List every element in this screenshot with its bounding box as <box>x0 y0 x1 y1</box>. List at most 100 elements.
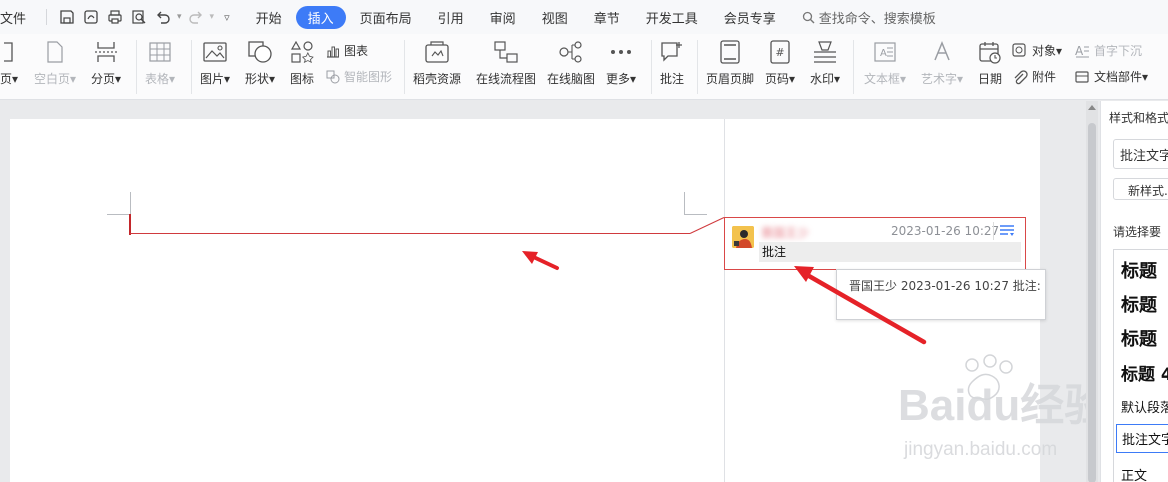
style-item-heading3[interactable]: 标题 <box>1121 325 1157 351</box>
customize-toolbar-icon[interactable]: ▿ <box>224 11 230 24</box>
undo-icon[interactable] <box>153 7 173 27</box>
quick-access-toolbar: ▾ ▾ ▿ <box>40 7 230 27</box>
chart-icon <box>327 46 339 58</box>
more-label: 更多 <box>606 72 631 86</box>
command-search[interactable]: 查找命令、搜索模板 <box>802 8 936 27</box>
print-icon[interactable] <box>105 7 125 27</box>
comment-card[interactable]: 晋国王少 2023-01-26 10:27 批注 <box>724 217 1026 270</box>
object-icon <box>1012 42 1026 57</box>
picture-label: 图片 <box>200 72 225 86</box>
save-icon[interactable] <box>57 7 77 27</box>
style-item-comment-text[interactable]: 批注文字 <box>1116 424 1168 453</box>
svg-text:A: A <box>880 48 887 59</box>
online-mindmap-button[interactable]: 在线脑图 <box>547 38 595 87</box>
textbox-label: 文本框 <box>864 72 901 86</box>
baidu-jingyan-watermark: Baidu经验 jingyan.baidu.com <box>898 354 1090 460</box>
wordart-button[interactable]: 艺术字▾ <box>921 38 963 87</box>
redo-icon[interactable] <box>186 7 206 27</box>
export-pdf-icon[interactable] <box>81 7 101 27</box>
wordart-label: 艺术字 <box>921 72 958 86</box>
style-item-body[interactable]: 正文 <box>1121 465 1147 482</box>
tab-references[interactable]: 引用 <box>426 6 476 29</box>
page-number-label: 页码 <box>765 72 790 86</box>
more-button[interactable]: 更多▾ <box>606 38 636 87</box>
doc-parts-label: 文档部件 <box>1094 70 1143 84</box>
styles-pane: 样式和格式 批注文字 新样式... 请选择要 标题 标题 标题 标题 4 默认段… <box>1100 101 1168 482</box>
cover-page-button[interactable]: 页▾ <box>0 38 18 87</box>
comment-menu-button[interactable] <box>993 222 1019 240</box>
attachment-button[interactable]: 附件 <box>1012 68 1056 85</box>
scroll-thumb[interactable] <box>1088 123 1096 482</box>
comment-text[interactable]: 批注 <box>759 242 1021 262</box>
textbox-icon: A <box>874 38 896 66</box>
style-item-heading2[interactable]: 标题 <box>1121 291 1157 317</box>
new-style-button[interactable]: 新样式... <box>1113 178 1168 200</box>
tab-developer[interactable]: 开发工具 <box>634 6 710 29</box>
crop-mark <box>130 192 131 214</box>
attachment-label: 附件 <box>1032 70 1057 84</box>
object-label: 对象 <box>1032 44 1057 58</box>
tab-section[interactable]: 章节 <box>582 6 632 29</box>
insert-comment-button[interactable]: 批注 <box>660 38 684 87</box>
search-placeholder[interactable]: 查找命令、搜索模板 <box>819 8 936 27</box>
header-footer-label: 页眉页脚 <box>706 72 755 86</box>
style-item-default-paragraph[interactable]: 默认段落 <box>1121 397 1168 416</box>
smart-graphic-icon <box>326 70 340 83</box>
pane-subtitle: 请选择要 <box>1113 225 1162 239</box>
divider <box>46 9 48 25</box>
crop-mark <box>107 214 130 215</box>
tab-insert[interactable]: 插入 <box>295 5 346 29</box>
page-number-button[interactable]: # 页码▾ <box>765 38 795 87</box>
crop-mark <box>684 192 685 214</box>
textbox-button[interactable]: A 文本框▾ <box>864 38 906 87</box>
tab-page-layout[interactable]: 页面布局 <box>348 6 424 29</box>
comment-add-icon <box>660 38 684 66</box>
chart-label: 图表 <box>344 44 369 58</box>
table-label: 表格 <box>145 72 170 86</box>
page-break-button[interactable]: 分页▾ <box>91 38 121 87</box>
chevron-down-icon[interactable]: ▾ <box>177 12 182 22</box>
ribbon-toolbar: 页▾ 空白页▾ 分页▾ 表格▾ 图片▾ 形状▾ 图标 图表 智能图形 稻壳资源 … <box>0 34 1168 100</box>
tab-home[interactable]: 开始 <box>244 6 294 29</box>
shape-button[interactable]: 形状▾ <box>245 38 275 87</box>
text-cursor <box>129 214 131 235</box>
drop-cap-button[interactable]: A 首字下沉 <box>1074 42 1142 59</box>
smart-graphic-button[interactable]: 智能图形 <box>326 68 392 85</box>
style-item-heading1[interactable]: 标题 <box>1121 257 1157 283</box>
file-menu[interactable]: 文件 <box>0 8 32 27</box>
watermark-button[interactable]: 水印▾ <box>810 38 840 87</box>
object-button[interactable]: 对象▾ <box>1012 42 1062 59</box>
watermark-brand: Baidu经验 <box>898 381 1090 430</box>
tab-review[interactable]: 审阅 <box>478 6 528 29</box>
icon-button[interactable]: 图标 <box>290 38 314 87</box>
flowchart-icon <box>493 38 519 66</box>
calendar-icon <box>978 38 1002 66</box>
picture-button[interactable]: 图片▾ <box>200 38 230 87</box>
blank-page-button[interactable]: 空白页▾ <box>34 38 76 87</box>
doc-parts-button[interactable]: 文档部件▾ <box>1074 68 1148 85</box>
tab-membership[interactable]: 会员专享 <box>712 6 788 29</box>
chevron-down-icon[interactable]: ▾ <box>210 12 215 22</box>
search-icon <box>802 11 815 23</box>
divider <box>697 40 698 94</box>
print-preview-icon[interactable] <box>129 7 149 27</box>
table-button[interactable]: 表格▾ <box>145 38 175 87</box>
style-item-heading4[interactable]: 标题 4 <box>1121 360 1168 385</box>
current-style-field[interactable]: 批注文字 <box>1113 139 1168 169</box>
avatar <box>732 226 754 248</box>
header-footer-button[interactable]: 页眉页脚 <box>706 38 754 87</box>
date-button[interactable]: 日期 <box>978 38 1002 87</box>
docer-resources-button[interactable]: 稻壳资源 <box>413 38 461 87</box>
tab-view[interactable]: 视图 <box>530 6 580 29</box>
docer-resources-label: 稻壳资源 <box>413 72 462 86</box>
divider <box>651 40 652 94</box>
date-label: 日期 <box>978 72 1003 86</box>
icon-label: 图标 <box>290 72 315 86</box>
menu-bar: 文件 ▾ ▾ ▿ 开始 插入 页面布局 引用 审阅 视图 章节 开发工具 会员专… <box>0 0 1168 34</box>
tooltip-text: 晋国王少 2023-01-26 10:27 批注: <box>849 279 1041 293</box>
online-flowchart-button[interactable]: 在线流程图 <box>476 38 536 87</box>
vertical-scrollbar[interactable] <box>1086 101 1098 482</box>
chart-button[interactable]: 图表 <box>326 42 368 59</box>
divider <box>136 40 137 94</box>
scroll-up-icon[interactable] <box>1088 105 1096 110</box>
